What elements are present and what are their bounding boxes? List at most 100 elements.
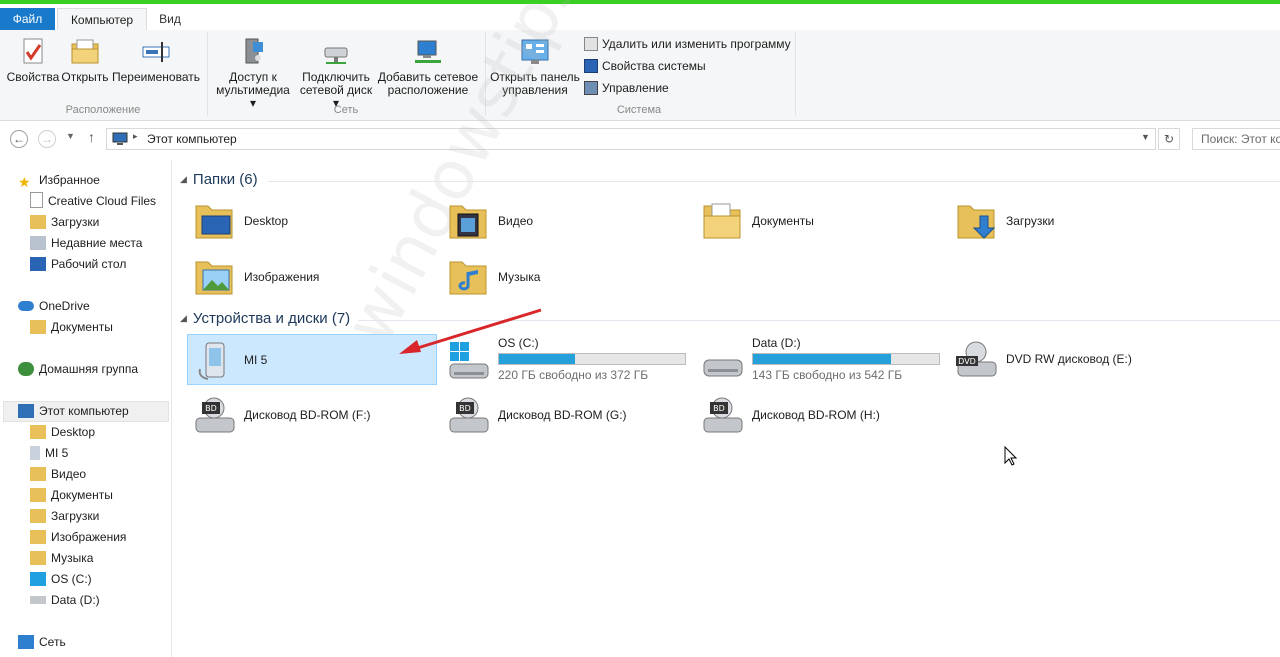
nav-pc-item-label: Desktop (51, 425, 96, 439)
forward-button[interactable]: → (38, 130, 56, 148)
drive-usage-fill (499, 354, 576, 364)
nav-downloads-label: Загрузки (51, 215, 100, 229)
folder-icon (30, 320, 46, 334)
drive-name: Дисковод BD-ROM (H:) (752, 408, 880, 422)
drive-tile-g[interactable]: BD Дисковод BD-ROM (G:) (442, 390, 692, 442)
folder-tile[interactable]: Музыка (442, 250, 692, 302)
rename-icon (142, 42, 170, 62)
network-icon (18, 635, 34, 649)
mouse-cursor-icon (1004, 446, 1018, 466)
nav-favorites[interactable]: ★ Избранное (18, 170, 100, 190)
drive-free-space: 220 ГБ свободно из 372 ГБ (498, 368, 649, 382)
drive-usage-bar (498, 353, 686, 365)
nav-pc-item-label: Изображения (51, 530, 127, 544)
ribbon-tab-bar: Файл Компьютер Вид (0, 4, 1280, 32)
manage-command[interactable]: Управление (584, 79, 669, 97)
videos-folder-icon (449, 205, 487, 239)
uninstall-program-command[interactable]: Удалить или изменить программу (584, 35, 791, 53)
folder-tile[interactable]: Desktop (188, 194, 438, 246)
up-button[interactable]: ↑ (88, 129, 95, 145)
arrow-left-icon: ← (13, 132, 25, 146)
media-server-icon (245, 38, 263, 64)
nav-pc-item[interactable]: Data (D:) (30, 590, 100, 610)
rename-label: Переименовать (112, 70, 200, 84)
nav-desktop[interactable]: Рабочий стол (30, 254, 126, 274)
nav-downloads[interactable]: Загрузки (30, 212, 99, 232)
tab-computer[interactable]: Компьютер (57, 8, 147, 32)
nav-pc-item[interactable]: Изображения (30, 527, 126, 547)
map-drive-button[interactable]: Подключить сетевой диск ▾ (296, 36, 376, 110)
network-location-icon (415, 40, 441, 63)
recent-locations-dropdown[interactable]: ▼ (66, 131, 75, 141)
nav-desktop-label: Рабочий стол (51, 257, 127, 271)
nav-onedrive-documents-label: Документы (51, 320, 113, 334)
address-path: Этот компьютер (147, 132, 237, 146)
folder-name: Музыка (498, 270, 541, 284)
folder-tile[interactable]: Загрузки (950, 194, 1200, 246)
media-access-label-2: мультимедиа (216, 83, 290, 97)
folder-tile[interactable]: Изображения (188, 250, 438, 302)
nav-onedrive[interactable]: OneDrive (18, 296, 90, 316)
nav-pc-item[interactable]: Desktop (30, 422, 95, 442)
drive-tile-c[interactable]: OS (C:) 220 ГБ свободно из 372 ГБ (442, 334, 702, 386)
open-button[interactable]: Открыть (60, 36, 110, 84)
nav-network[interactable]: Сеть (18, 632, 66, 652)
documents-folder-icon (703, 203, 741, 239)
tab-view[interactable]: Вид (148, 8, 192, 30)
folder-tile[interactable]: Документы (696, 194, 946, 246)
nav-homegroup[interactable]: Домашняя группа (18, 359, 138, 379)
section-divider (268, 181, 1280, 182)
network-drive-icon (324, 47, 348, 64)
downloads-folder-icon (30, 215, 46, 229)
bd-drive-icon: BD (195, 397, 235, 433)
manage-label: Управление (602, 81, 669, 95)
open-folder-icon (71, 39, 99, 64)
open-label: Открыть (61, 70, 109, 84)
uninstall-label: Удалить или изменить программу (602, 37, 791, 51)
nav-this-pc[interactable]: Этот компьютер (18, 401, 129, 421)
windows-drive-icon (30, 572, 46, 586)
drive-tile-d[interactable]: Data (D:) 143 ГБ свободно из 542 ГБ (696, 334, 956, 386)
folder-name: Видео (498, 214, 534, 228)
nav-creative-cloud-label: Creative Cloud Files (48, 194, 157, 208)
rename-button[interactable]: Переименовать (112, 36, 200, 84)
drive-icon (30, 596, 46, 604)
nav-onedrive-documents[interactable]: Документы (30, 317, 113, 337)
nav-recent[interactable]: Недавние места (30, 233, 142, 253)
nav-pc-item[interactable]: Музыка (30, 548, 93, 568)
music-folder-icon (30, 551, 46, 565)
system-properties-command[interactable]: Свойства системы (584, 57, 706, 75)
search-input[interactable]: Поиск: Этот компьютер (1192, 128, 1280, 150)
tab-file[interactable]: Файл (0, 8, 55, 30)
drive-tile-e[interactable]: DVD DVD RW дисковод (E:) (950, 334, 1200, 386)
nav-pc-item[interactable]: Загрузки (30, 506, 99, 526)
properties-button[interactable]: Свойства (6, 36, 60, 84)
nav-pc-item-label: Музыка (51, 551, 94, 565)
nav-pc-item[interactable]: Документы (30, 485, 113, 505)
drive-free-space: 143 ГБ свободно из 542 ГБ (752, 368, 903, 382)
nav-pc-item-label: Data (D:) (51, 593, 100, 607)
nav-pc-item-label: Документы (51, 488, 113, 502)
media-access-button[interactable]: Доступ к мультимедиа ▾ (212, 36, 294, 110)
address-bar[interactable]: ▸ Этот компьютер ▼ (106, 128, 1156, 150)
folder-tile[interactable]: Видео (442, 194, 692, 246)
nav-pc-item-label: Загрузки (51, 509, 100, 523)
folder-name: Изображения (244, 270, 320, 284)
devices-section-title: Устройства и диски (7) (192, 310, 351, 327)
nav-creative-cloud[interactable]: Creative Cloud Files (30, 191, 156, 211)
nav-pc-item[interactable]: OS (C:) (30, 569, 92, 589)
drive-tile-f[interactable]: BD Дисковод BD-ROM (F:) (188, 390, 438, 442)
nav-pc-item[interactable]: MI 5 (30, 443, 68, 463)
back-button[interactable]: ← (10, 130, 28, 148)
folders-section-header[interactable]: ◢ Папки (6) (180, 171, 258, 188)
bd-drive-icon: BD (703, 397, 743, 433)
address-dropdown-icon[interactable]: ▼ (1141, 132, 1150, 142)
nav-pc-item[interactable]: Видео (30, 464, 86, 484)
drive-tile-h[interactable]: BD Дисковод BD-ROM (H:) (696, 390, 946, 442)
devices-section-header[interactable]: ◢ Устройства и диски (7) (180, 310, 350, 327)
refresh-button[interactable]: ↻ (1158, 128, 1180, 150)
documents-folder-icon (30, 488, 46, 502)
pictures-folder-icon (195, 261, 233, 295)
nav-recent-label: Недавние места (51, 236, 143, 250)
system-properties-label: Свойства системы (602, 59, 706, 73)
